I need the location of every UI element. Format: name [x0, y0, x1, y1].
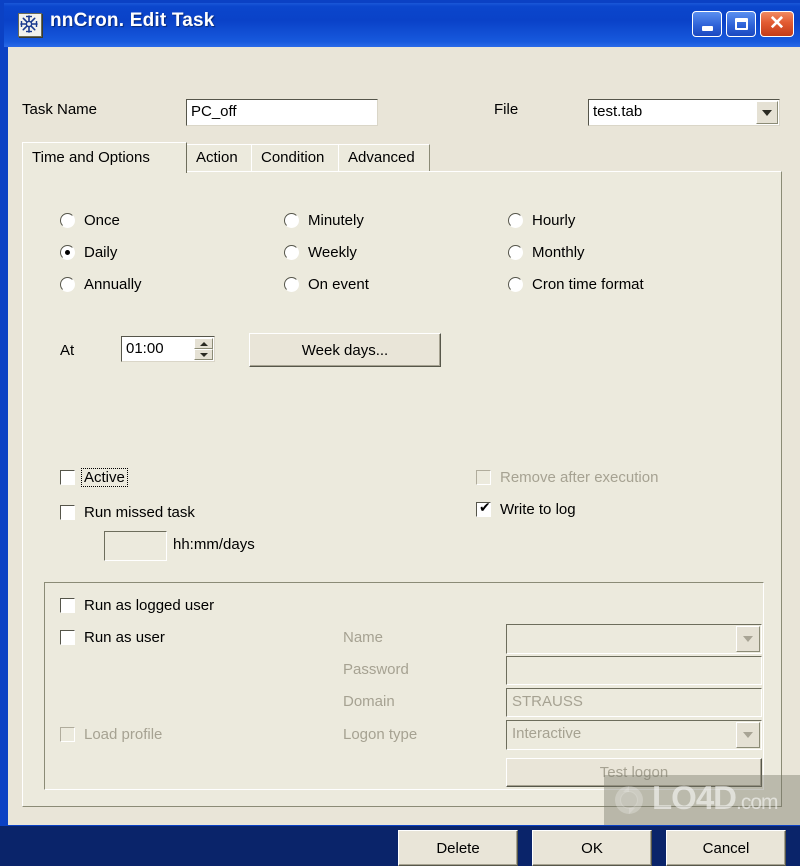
hhmm-days-hint: hh:mm/days: [173, 536, 255, 553]
checkbox-label: Write to log: [500, 501, 576, 518]
checkbox-label: Run as logged user: [84, 597, 215, 614]
chevron-down-icon[interactable]: [736, 722, 760, 748]
checkbox-label: Active: [81, 468, 128, 487]
radio-circle-icon: [284, 277, 299, 292]
password-input[interactable]: [506, 656, 762, 685]
checkbox-icon: [60, 727, 75, 742]
checkbox-label: Load profile: [84, 726, 163, 743]
tab-label: Condition: [261, 149, 325, 166]
checkbox-icon: [476, 470, 491, 485]
cancel-button[interactable]: Cancel: [666, 830, 786, 866]
file-combobox-value: test.tab: [593, 103, 643, 120]
radio-label: Minutely: [308, 212, 364, 229]
domain-input[interactable]: STRAUSS: [506, 688, 762, 717]
radio-label: Daily: [84, 244, 118, 261]
at-time-value: 01:00: [126, 340, 164, 357]
at-time-input[interactable]: 01:00: [121, 336, 215, 362]
radio-label: Weekly: [308, 244, 357, 261]
spinner-up-icon[interactable]: [194, 338, 213, 349]
tab-time-and-options[interactable]: Time and Options: [22, 142, 187, 173]
radio-label: Once: [84, 212, 120, 229]
chevron-down-icon[interactable]: [756, 101, 778, 124]
logon-type-combobox-value: Interactive: [512, 725, 582, 742]
file-label: File: [494, 101, 519, 118]
delete-button[interactable]: Delete: [398, 830, 518, 866]
chevron-down-icon[interactable]: [736, 626, 760, 652]
checkbox-icon: [60, 505, 75, 520]
tab-label: Action: [196, 149, 238, 166]
radio-circle-icon: [60, 213, 75, 228]
checkbox-icon: ✔: [476, 500, 491, 517]
radio-circle-icon: [284, 245, 299, 260]
radio-label: On event: [308, 276, 369, 293]
spinner-down-icon[interactable]: [194, 349, 213, 360]
minimize-icon: [693, 12, 721, 36]
at-label: At: [60, 342, 75, 359]
checkbox-icon: [60, 630, 75, 645]
close-button[interactable]: ✕: [760, 11, 794, 37]
checkbox-icon: [60, 598, 75, 613]
radio-label: Cron time format: [532, 276, 644, 293]
radio-circle-icon: [284, 213, 299, 228]
name-label: Name: [343, 629, 384, 646]
radio-circle-icon: [60, 245, 75, 260]
title-bar-inner: nnCron. Edit Task ✕: [8, 6, 800, 44]
domain-label: Domain: [343, 693, 395, 710]
maximize-icon: [727, 12, 755, 36]
file-combobox[interactable]: test.tab: [588, 99, 780, 126]
radio-circle-icon: [508, 213, 523, 228]
radio-circle-icon: [60, 277, 75, 292]
edit-task-window: nnCron. Edit Task ✕ Task Name PC_off Fil…: [0, 0, 800, 866]
password-label: Password: [343, 661, 409, 678]
task-name-input[interactable]: PC_off: [186, 99, 378, 126]
radio-label: Annually: [84, 276, 142, 293]
radio-label: Hourly: [532, 212, 576, 229]
tab-condition[interactable]: Condition: [251, 144, 339, 172]
check-icon: ✔: [479, 500, 491, 516]
checkbox-label: Run as user: [84, 629, 165, 646]
radio-label: Monthly: [532, 244, 585, 261]
run-missed-interval-input[interactable]: [104, 531, 167, 561]
title-bar[interactable]: nnCron. Edit Task ✕: [4, 3, 800, 47]
minimize-button[interactable]: [692, 11, 722, 37]
checkbox-label: Remove after execution: [500, 469, 659, 486]
checkbox-icon: [60, 470, 75, 485]
logon-type-label: Logon type: [343, 726, 418, 743]
task-name-label: Task Name: [22, 101, 98, 118]
window-title: nnCron. Edit Task: [50, 10, 215, 31]
test-logon-button[interactable]: Test logon: [506, 758, 762, 787]
tab-label: Time and Options: [32, 149, 150, 166]
ok-button[interactable]: OK: [532, 830, 652, 866]
tab-advanced[interactable]: Advanced: [338, 144, 430, 172]
tab-action[interactable]: Action: [186, 144, 252, 172]
close-icon: ✕: [769, 12, 785, 34]
snowflake-icon[interactable]: [18, 13, 42, 37]
radio-circle-icon: [508, 277, 523, 292]
checkbox-label: Run missed task: [84, 504, 195, 521]
week-days-button[interactable]: Week days...: [249, 333, 441, 367]
maximize-button[interactable]: [726, 11, 756, 37]
logon-type-combobox[interactable]: Interactive: [506, 720, 762, 750]
radio-circle-icon: [508, 245, 523, 260]
dialog-client-area: Task Name PC_off File test.tab Time and …: [8, 47, 800, 866]
name-combobox[interactable]: [506, 624, 762, 654]
tab-label: Advanced: [348, 149, 415, 166]
